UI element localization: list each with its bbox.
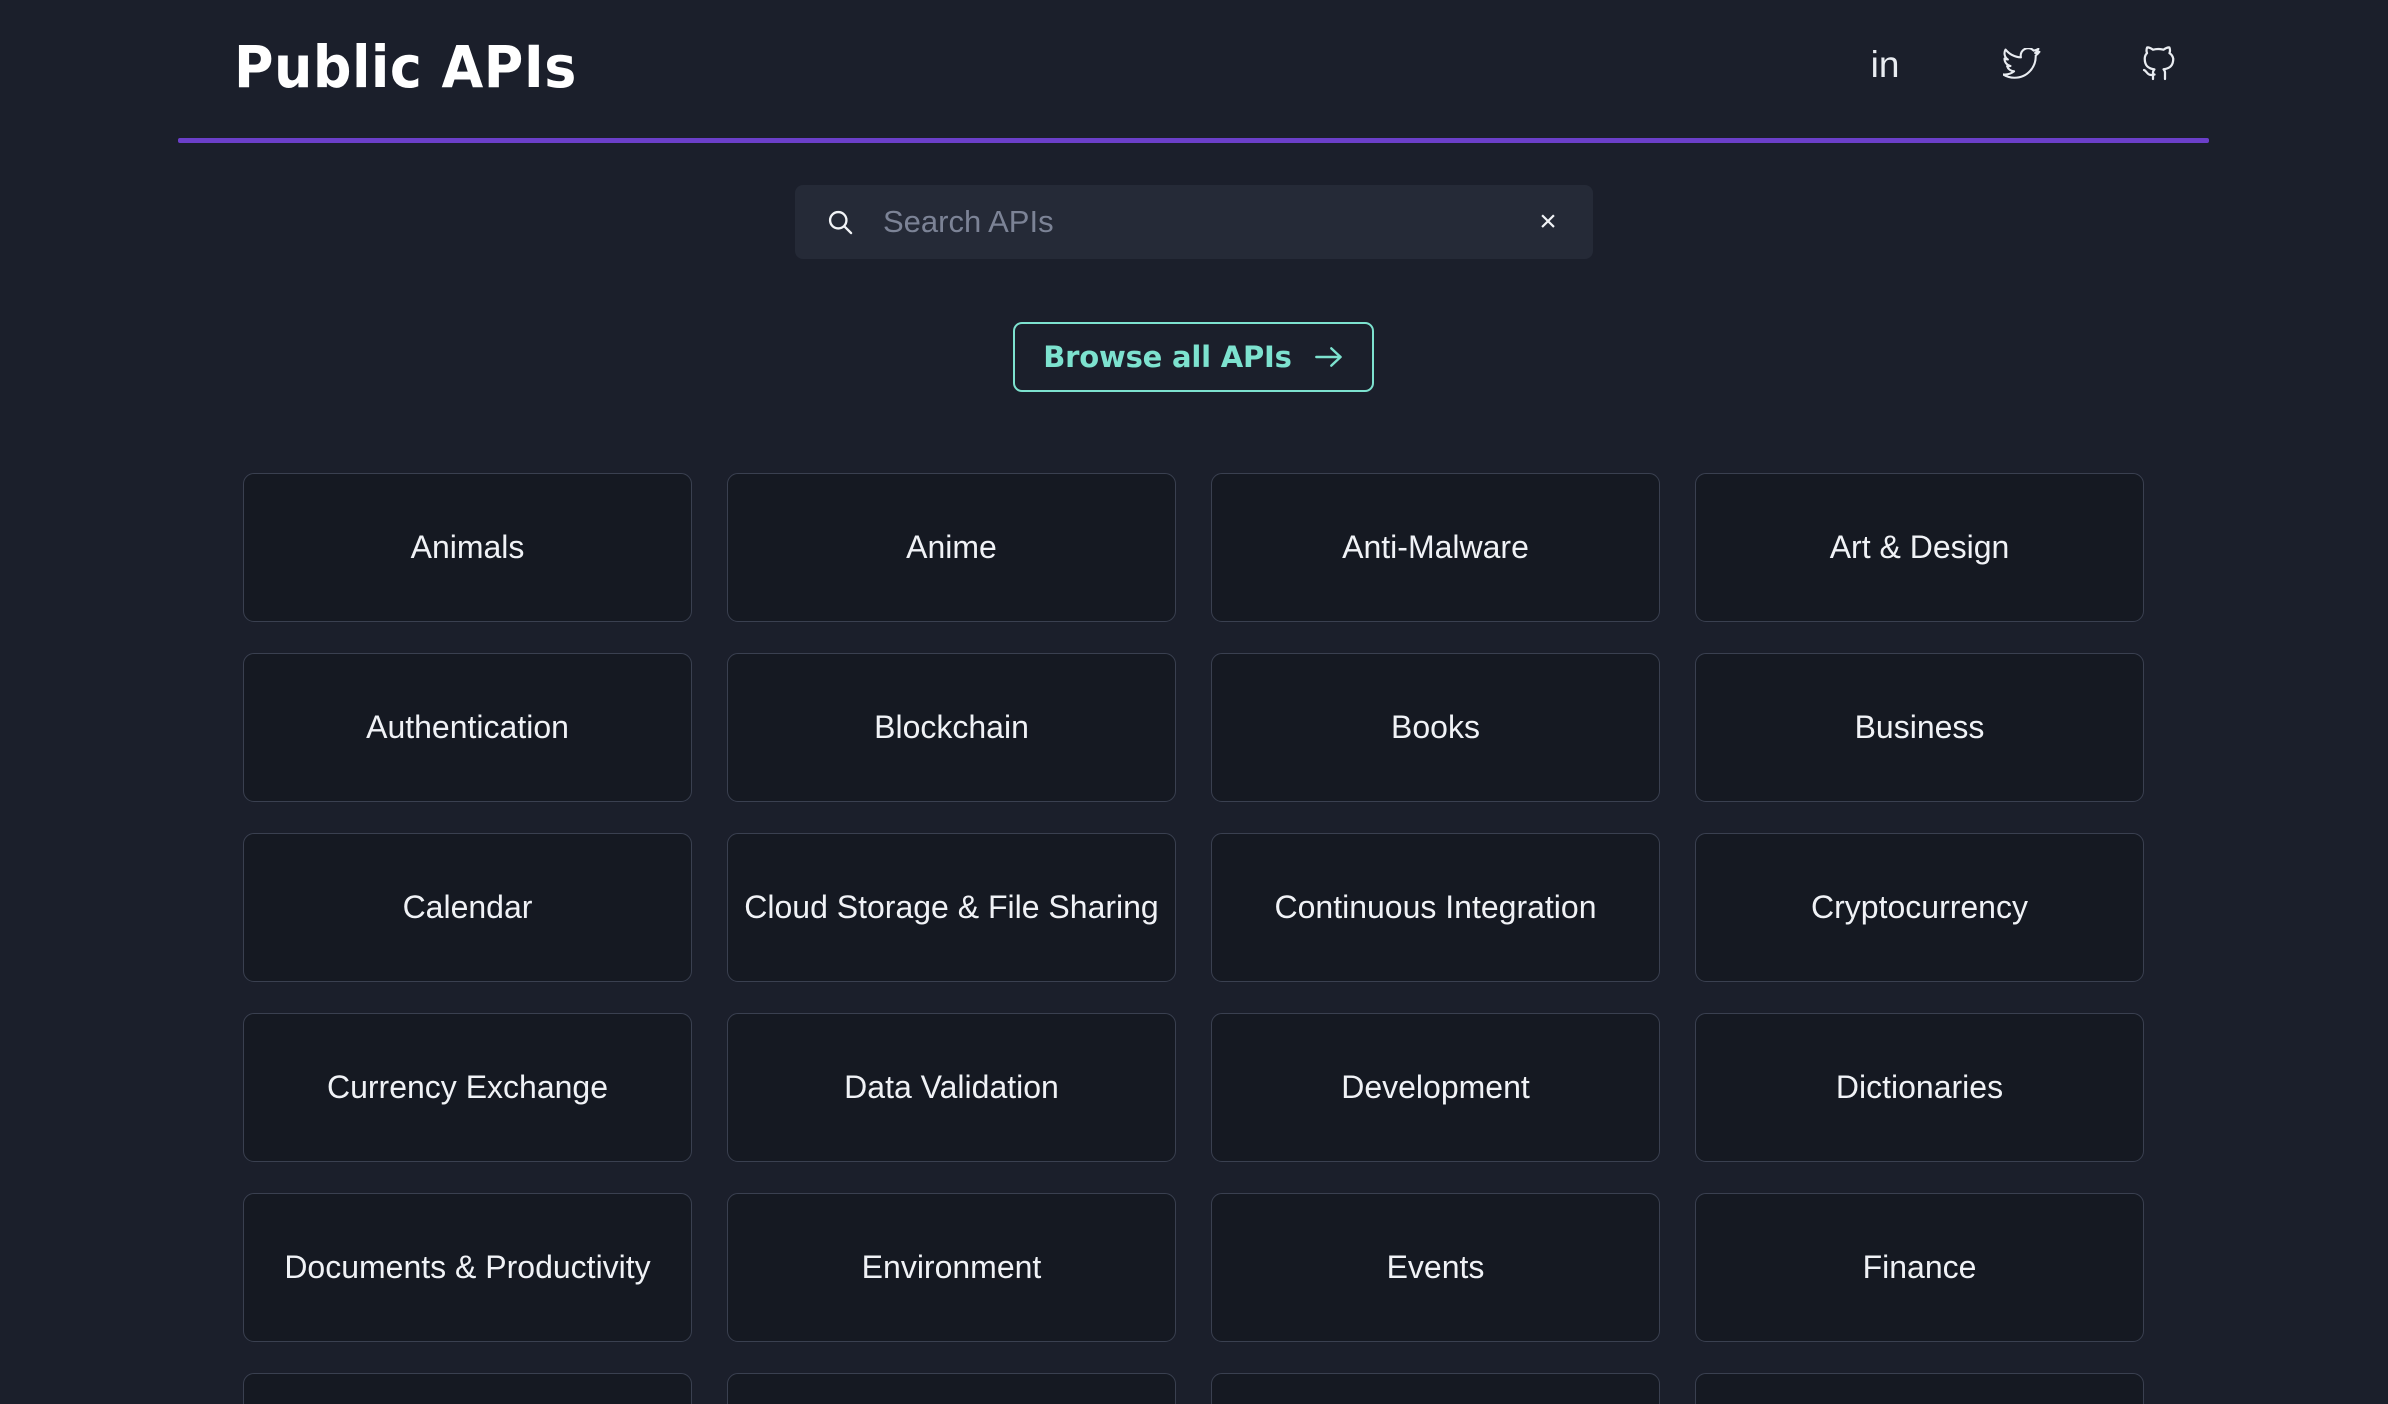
site-header: Public APIs in: [178, 0, 2209, 148]
twitter-icon[interactable]: [2000, 42, 2044, 86]
category-card[interactable]: Cryptocurrency: [1695, 833, 2144, 982]
linkedin-icon[interactable]: in: [1863, 42, 1907, 86]
category-label: Development: [1341, 1069, 1530, 1106]
search-icon: [825, 207, 855, 237]
category-label: Events: [1386, 1249, 1485, 1286]
search-clear-icon[interactable]: ×: [1531, 205, 1565, 239]
public-apis-page: Public APIs in Search APIs × Browse all …: [0, 0, 2388, 1404]
browse-all-apis-button[interactable]: Browse all APIs: [1013, 322, 1374, 392]
category-card[interactable]: Anti-Malware: [1211, 473, 1660, 622]
category-label: Currency Exchange: [326, 1069, 609, 1106]
category-card[interactable]: Blockchain: [727, 653, 1176, 802]
category-card[interactable]: Art & Design: [1695, 473, 2144, 622]
category-card[interactable]: Cloud Storage & File Sharing: [727, 833, 1176, 982]
header-divider: [178, 138, 2209, 143]
category-label: Books: [1391, 709, 1480, 746]
social-links: in: [1863, 42, 2181, 86]
category-card[interactable]: Development: [1211, 1013, 1660, 1162]
search-input[interactable]: [883, 185, 1531, 259]
category-label: Cryptocurrency: [1811, 889, 2028, 926]
category-label: Animals: [410, 529, 525, 566]
site-logo[interactable]: Public APIs: [234, 33, 577, 101]
category-grid: Animals Anime Anti-Malware Art & Design Auth…: [243, 473, 2145, 1404]
category-label: Dictionaries: [1835, 1069, 2004, 1106]
category-label: Business: [1854, 709, 1985, 746]
category-card[interactable]: Environment: [727, 1193, 1176, 1342]
category-label: Documents & Productivity: [284, 1249, 651, 1286]
category-card[interactable]: Finance: [1695, 1193, 2144, 1342]
category-card[interactable]: Continuous Integration: [1211, 833, 1660, 982]
category-label: Anti-Malware: [1342, 529, 1529, 566]
category-card[interactable]: Dictionaries: [1695, 1013, 2144, 1162]
category-label: Blockchain: [874, 709, 1029, 746]
horizontal-scrollbar-track[interactable]: [0, 1372, 2388, 1394]
category-card[interactable]: Books: [1211, 653, 1660, 802]
arrow-right-icon: [1314, 344, 1344, 370]
category-label: Finance: [1862, 1249, 1977, 1286]
search-bar[interactable]: ×: [795, 185, 1593, 259]
category-card[interactable]: Authentication: [243, 653, 692, 802]
category-card[interactable]: Anime: [727, 473, 1176, 622]
github-icon[interactable]: [2137, 42, 2181, 86]
category-card[interactable]: Documents & Productivity: [243, 1193, 692, 1342]
category-card[interactable]: Events: [1211, 1193, 1660, 1342]
category-label: Art & Design: [1829, 529, 2010, 566]
category-label: Data Validation: [844, 1069, 1059, 1106]
category-card[interactable]: Currency Exchange: [243, 1013, 692, 1162]
category-label: Authentication: [366, 709, 569, 746]
category-card[interactable]: Data Validation: [727, 1013, 1176, 1162]
category-card[interactable]: Calendar: [243, 833, 692, 982]
linkedin-label: in: [1870, 43, 1900, 85]
category-label: Anime: [906, 529, 997, 566]
category-card[interactable]: Business: [1695, 653, 2144, 802]
category-card[interactable]: Animals: [243, 473, 692, 622]
category-label: Calendar: [402, 889, 533, 926]
category-label: Continuous Integration: [1274, 889, 1597, 926]
browse-all-apis-label: Browse all APIs: [1043, 340, 1292, 374]
category-label: Environment: [861, 1249, 1042, 1286]
category-label: Cloud Storage & File Sharing: [744, 889, 1159, 926]
